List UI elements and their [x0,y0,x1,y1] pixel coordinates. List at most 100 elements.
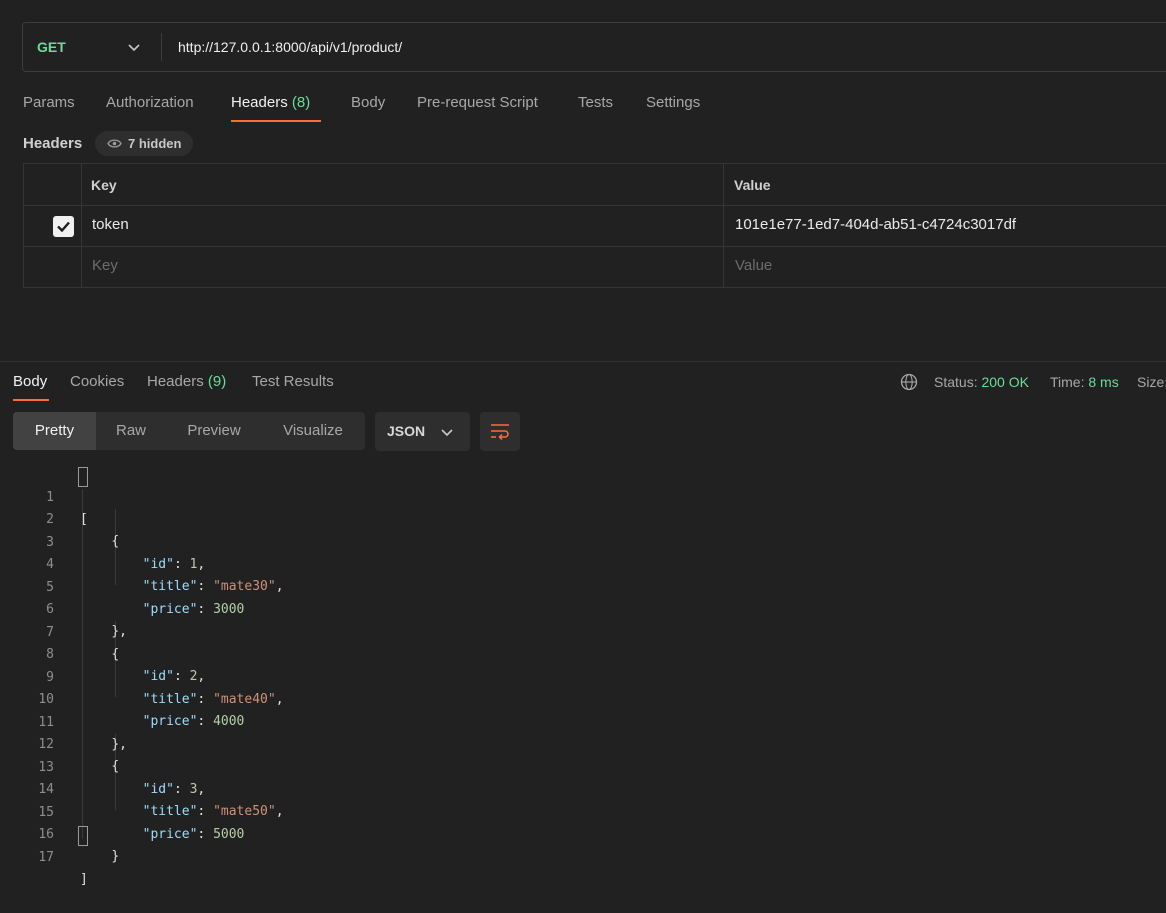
json-number: 3000 [213,602,245,617]
size-indicator[interactable]: Size: [1137,372,1166,392]
json-key: "title" [142,579,198,594]
json-key: "id" [142,557,174,572]
url-bar: GET http://127.0.0.1:8000/api/v1/product… [22,22,1166,72]
token: [ [80,512,88,527]
format-selector[interactable]: JSON [375,412,470,451]
tab-headers[interactable]: Headers (8) [231,93,310,113]
token: } [111,849,120,864]
view-mode-selector: Pretty Raw Preview Visualize [13,412,365,450]
format-label: JSON [387,423,426,439]
token: { [111,534,120,549]
tab-headers-count: (8) [291,94,311,111]
time-value: 8 ms [1088,374,1119,390]
json-number: 1 [189,557,198,572]
status-indicator[interactable]: Status: 200 OK [934,372,1029,392]
code-line: 2 { [0,487,119,549]
json-key: "id" [142,669,174,684]
tab-authorization[interactable]: Authorization [106,93,194,113]
code-line: 4 "title": "mate30", [0,532,283,594]
header-value-cell[interactable]: 101e1e77-1ed7-404d-ab51-c4724c3017df [735,216,1016,233]
token: ] [80,872,88,887]
chevron-down-icon[interactable] [127,40,141,54]
status-value: 200 OK [981,374,1029,390]
headers-table: Key Value token 101e1e77-1ed7-404d-ab51-… [23,163,1166,288]
code-line: 9 "title": "mate40", [0,645,283,707]
code-text: "title": "mate40", [142,692,284,707]
time-indicator[interactable]: Time: 8 ms [1050,372,1119,392]
token: }, [111,624,127,639]
json-key: "price" [142,827,198,842]
method-selector[interactable]: GET [37,23,66,71]
json-string: "mate50" [213,804,276,819]
hidden-count-label: 7 hidden [128,136,182,151]
tab-settings[interactable]: Settings [646,93,700,113]
response-tab-headers[interactable]: Headers (9) [147,372,226,392]
code-text: "title": "mate30", [142,579,284,594]
column-divider [723,164,724,287]
tab-pre-request-script[interactable]: Pre-request Script [417,93,538,113]
view-raw-button[interactable]: Raw [101,412,161,450]
checkmark-icon [57,221,70,233]
wrap-lines-icon [491,424,509,441]
response-tab-test-results[interactable]: Test Results [252,372,334,392]
response-tab-cookies[interactable]: Cookies [70,372,124,392]
code-text: { [80,644,119,666]
code-line: 17 ] [0,825,87,887]
token: { [111,759,120,774]
code-line: 15 "price": 5000 [0,780,244,842]
tab-tests[interactable]: Tests [578,93,613,113]
response-tab-headers-label: Headers [147,373,204,390]
view-preview-button[interactable]: Preview [173,412,255,450]
headers-section-title: Headers [23,135,83,152]
response-tab-body[interactable]: Body [13,372,47,392]
code-text: ] [80,869,88,891]
code-text: "price": 3000 [142,602,245,617]
code-line: 5 "price": 3000 [0,555,244,617]
new-key-input[interactable]: Key [92,257,118,274]
chevron-down-icon [441,429,453,437]
hidden-headers-toggle[interactable]: 7 hidden [95,131,194,156]
active-tab-indicator [231,120,321,122]
json-number: 2 [189,669,198,684]
row-divider [24,246,1166,247]
code-text: }, [80,621,127,643]
view-pretty-button[interactable]: Pretty [13,412,96,450]
code-text: "id": 1, [142,557,206,572]
url-input[interactable]: http://127.0.0.1:8000/api/v1/product/ [178,23,402,71]
json-key: "title" [142,804,198,819]
view-visualize-button[interactable]: Visualize [269,412,357,450]
code-text: "price": 4000 [142,714,245,729]
json-number: 3 [189,782,198,797]
pane-divider[interactable] [0,361,1166,362]
code-line: 7 { [0,600,119,662]
response-tab-headers-count: (9) [207,373,227,390]
value-column-header: Value [734,177,771,193]
time-label: Time: [1050,374,1085,390]
code-line: 13 "id": 3, [0,735,205,797]
code-text: "title": "mate50", [142,804,284,819]
code-text: [ [80,509,88,531]
tab-params[interactable]: Params [23,93,75,113]
json-key: "id" [142,782,174,797]
wrap-lines-button[interactable] [480,412,520,451]
key-column-header: Key [91,177,117,193]
url-separator [161,33,162,61]
code-text: { [80,531,119,553]
json-number: 4000 [213,714,245,729]
header-key-cell[interactable]: token [92,216,129,233]
code-line: 11 }, [0,690,127,752]
code-line: 8 "id": 2, [0,622,205,684]
code-line: 16 } [0,802,119,864]
code-line: 6 }, [0,577,127,639]
line-number: 17 [38,850,54,865]
header-enabled-checkbox[interactable] [53,216,74,237]
json-key: "price" [142,714,198,729]
code-text: "id": 2, [142,669,206,684]
globe-icon[interactable] [900,373,918,391]
eye-icon [107,139,122,148]
tab-body[interactable]: Body [351,93,385,113]
token: { [111,647,120,662]
json-number: 5000 [213,827,245,842]
code-line: 12 { [0,712,119,774]
new-value-input[interactable]: Value [735,257,772,274]
